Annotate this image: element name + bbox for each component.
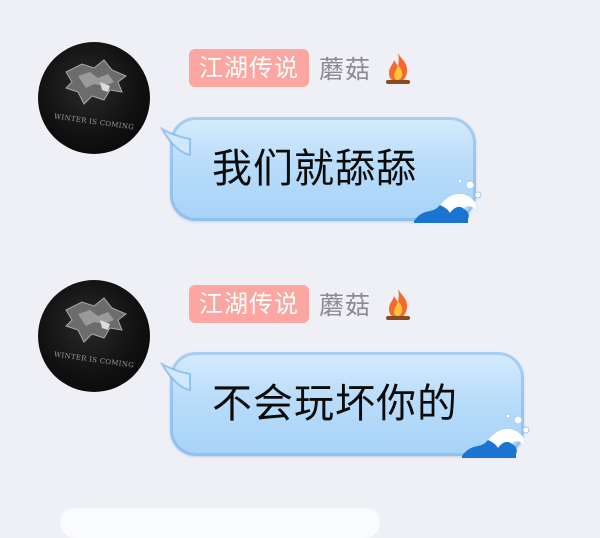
sender-nickname[interactable]: 蘑菇 [319, 286, 371, 322]
sender-header: 江湖传说 蘑菇 [189, 48, 413, 88]
sender-nickname[interactable]: 蘑菇 [319, 50, 371, 86]
sender-header: 江湖传说 蘑菇 [189, 284, 413, 324]
wave-decoration-icon [462, 413, 530, 458]
wolf-sigil-icon [65, 59, 127, 105]
title-badge: 江湖传说 [189, 285, 309, 323]
bubble-tail [159, 362, 191, 392]
title-badge: 江湖传说 [189, 49, 309, 87]
avatar[interactable]: WINTER IS COMING [38, 42, 150, 154]
bubble-tail [159, 127, 191, 157]
wave-decoration-icon [414, 178, 482, 223]
message-text[interactable]: 我们就舔舔 [212, 117, 417, 221]
message-text[interactable]: 不会玩坏你的 [212, 352, 458, 456]
next-message-bubble-edge [60, 508, 380, 538]
avatar[interactable]: WINTER IS COMING [38, 280, 150, 392]
wolf-sigil-icon [65, 297, 127, 343]
fire-icon [386, 53, 411, 84]
fire-icon [386, 289, 411, 320]
message-bubble[interactable]: 我们就舔舔 [159, 117, 482, 223]
message-bubble[interactable]: 不会玩坏你的 [159, 352, 530, 458]
